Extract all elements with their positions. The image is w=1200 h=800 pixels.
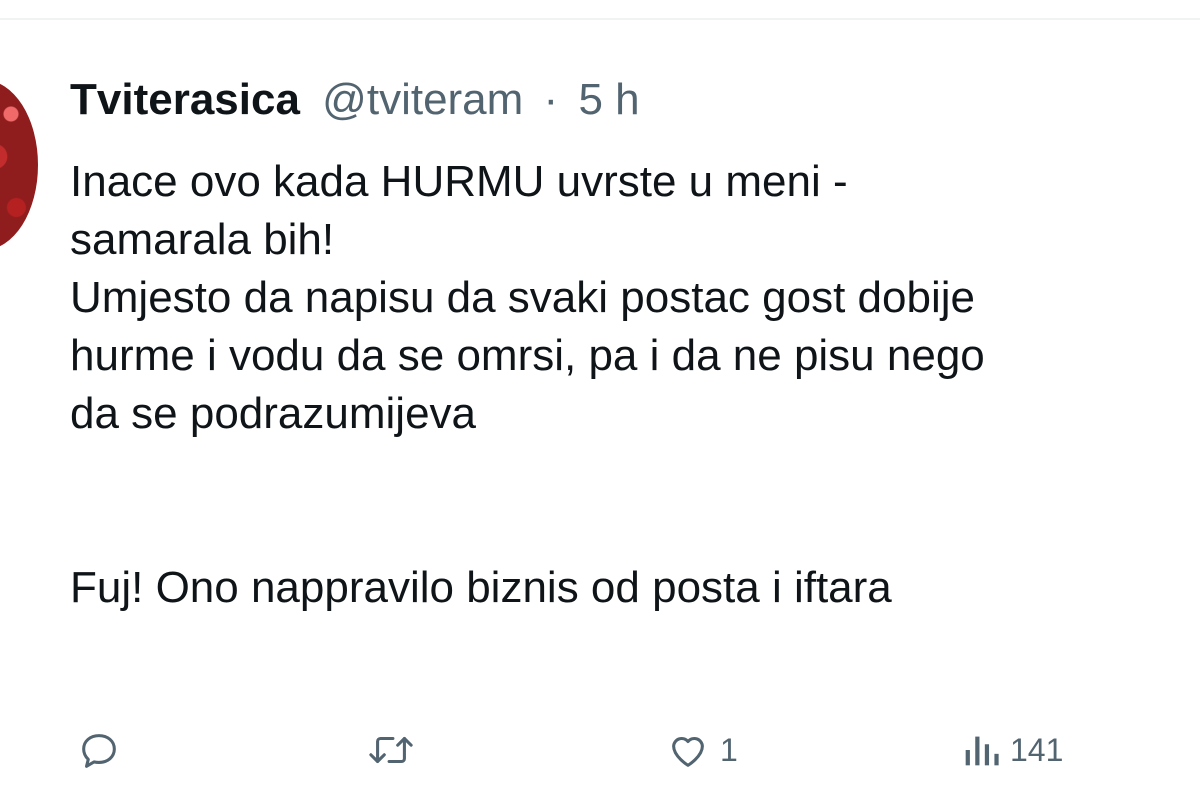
tweet-line: samarala bih!: [70, 215, 335, 264]
avatar[interactable]: [0, 80, 38, 250]
heart-icon: [664, 727, 712, 773]
display-name[interactable]: Tviterasica: [70, 75, 300, 124]
separator-dot: ·: [543, 75, 559, 124]
like-count: 1: [720, 731, 738, 768]
action-bar: 1 141: [0, 720, 1200, 780]
views-count: 141: [1010, 731, 1064, 768]
tweet-text: Inace ovo kada HURMU uvrste u meni - sam…: [70, 153, 985, 617]
timestamp[interactable]: 5 h: [578, 75, 639, 124]
reply-icon: [76, 727, 122, 773]
tweet-line: Inace ovo kada HURMU uvrste u meni -: [70, 157, 848, 206]
tweet-header: Tviterasica @tviteram · 5 h: [70, 72, 640, 128]
views-button[interactable]: 141: [960, 720, 1063, 780]
tweet-line: hurme i vodu da se omrsi, pa i da ne pis…: [70, 331, 985, 380]
retweet-icon: [366, 727, 416, 773]
tweet-line: Fuj! Ono nappravilo biznis od posta i if…: [70, 563, 892, 612]
tweet[interactable]: Tviterasica @tviteram · 5 h Inace ovo ka…: [0, 20, 1200, 800]
retweet-button[interactable]: [366, 720, 416, 780]
like-button[interactable]: 1: [664, 720, 738, 780]
tweet-line: da se podrazumijeva: [70, 389, 477, 438]
user-handle[interactable]: @tviteram: [322, 75, 523, 124]
views-icon: [960, 727, 1002, 773]
tweet-line: Umjesto da napisu da svaki postac gost d…: [70, 273, 975, 322]
reply-button[interactable]: [76, 720, 122, 780]
